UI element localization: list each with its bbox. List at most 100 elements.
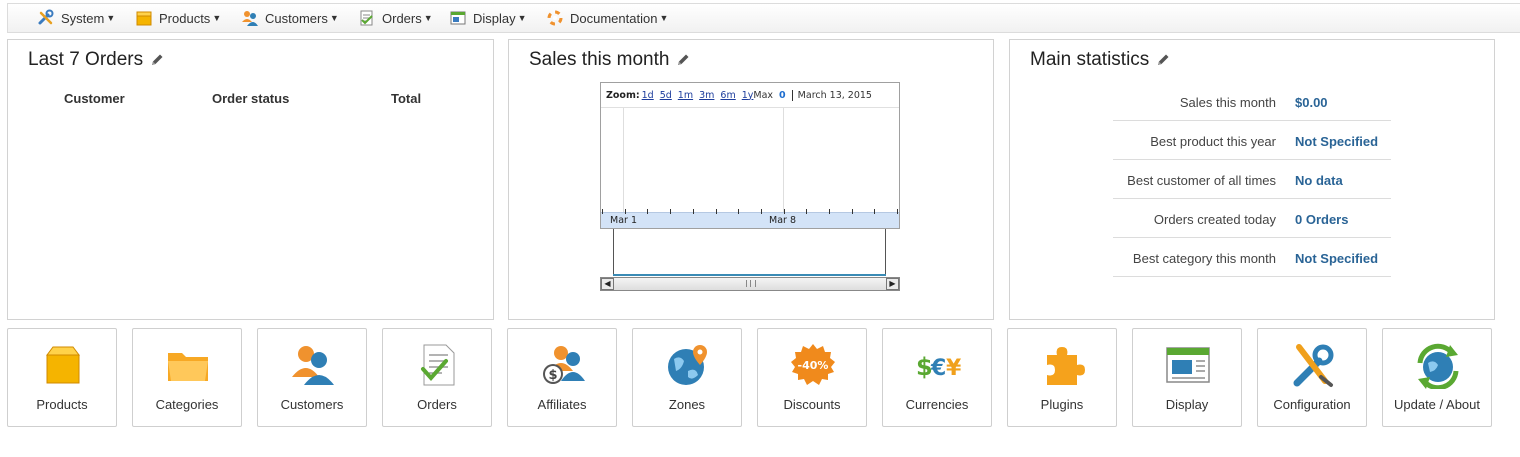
axis-tick — [851, 209, 853, 214]
stat-label: Best category this month — [1132, 251, 1276, 266]
tile-zones[interactable]: Zones — [632, 328, 742, 427]
stat-value: 0 Orders — [1295, 212, 1349, 227]
stat-label: Orders created today — [1153, 212, 1276, 227]
tile-display[interactable]: Display — [1132, 328, 1242, 427]
tile-currencies[interactable]: $ € ¥ Currencies — [882, 328, 992, 427]
stat-value: Not Specified — [1295, 251, 1379, 266]
tile-label: Discounts — [783, 397, 841, 412]
menu-orders[interactable]: Orders ▼ — [358, 4, 433, 32]
scroll-right-button[interactable]: ▶ — [886, 278, 899, 290]
axis-label-mar-1: Mar 1 — [610, 215, 637, 226]
chart-navigator[interactable] — [613, 229, 886, 276]
tile-plugins[interactable]: Plugins — [1007, 328, 1117, 427]
tile-label: Customers — [280, 397, 344, 412]
pencil-icon[interactable] — [150, 53, 164, 67]
tile-discounts[interactable]: -40% Discounts — [757, 328, 867, 427]
tile-affiliates[interactable]: $ Affiliates — [507, 328, 617, 427]
chart-date: March 13, 2015 — [791, 89, 872, 101]
zoom-6m-link[interactable]: 6m — [720, 90, 735, 101]
tile-label: Configuration — [1273, 397, 1351, 412]
box-icon — [136, 11, 152, 26]
menu-label: Orders — [382, 10, 422, 26]
zoom-1y-link[interactable]: 1y — [742, 90, 754, 101]
document-icon — [360, 10, 373, 26]
axis-tick — [624, 209, 626, 214]
lifebuoy-icon — [547, 10, 563, 26]
main-statistics-title: Main statistics — [1030, 49, 1150, 70]
stat-row-orders-today: Orders created today 0 Orders — [1113, 199, 1391, 238]
last-orders-panel: Last 7 Orders Customer Order status Tota… — [7, 39, 494, 320]
tile-categories[interactable]: Categories — [132, 328, 242, 427]
puzzle-icon — [1047, 347, 1085, 385]
scroll-left-button[interactable]: ◀ — [601, 278, 614, 290]
axis-tick — [738, 209, 740, 214]
column-header-total: Total — [391, 91, 422, 106]
tile-update-about[interactable]: Update / About — [1382, 328, 1492, 427]
menu-customers[interactable]: Customers ▼ — [241, 4, 339, 32]
box-icon — [46, 346, 80, 384]
pencil-icon[interactable] — [676, 53, 690, 67]
window-icon — [1166, 347, 1210, 383]
menu-products[interactable]: Products ▼ — [135, 4, 221, 32]
axis-tick — [897, 209, 899, 214]
folder-icon — [168, 353, 208, 381]
zoom-5d-link[interactable]: 5d — [660, 90, 672, 101]
wrench-screwdriver-icon — [38, 9, 54, 25]
chart-plot-area: Zoom: 1d 5d 1m 3m 6m 1y Max 0 March 13, … — [600, 82, 900, 229]
zoom-1d-link[interactable]: 1d — [642, 90, 654, 101]
column-header-customer: Customer — [64, 91, 125, 106]
tile-label: Update / About — [1393, 397, 1480, 412]
stat-row-sales-this-month: Sales this month $0.00 — [1113, 82, 1391, 121]
statistics-table: Sales this month $0.00 Best product this… — [1113, 82, 1391, 277]
pencil-icon[interactable] — [1156, 53, 1170, 67]
menu-label: Display — [473, 10, 516, 26]
tile-orders[interactable]: Orders — [382, 328, 492, 427]
panel-title: Main statistics — [1030, 49, 1170, 71]
gridline — [783, 108, 784, 214]
stat-value: No data — [1295, 173, 1343, 188]
users-icon — [242, 11, 258, 26]
menu-label: Products — [159, 10, 211, 26]
panel-title: Last 7 Orders — [28, 49, 164, 71]
zoom-label: Zoom: — [606, 89, 640, 101]
wrench-screwdriver-icon — [1293, 344, 1334, 387]
tile-label: Affiliates — [537, 397, 587, 412]
axis-tick — [829, 209, 830, 214]
users-icon — [292, 346, 334, 385]
tile-label: Plugins — [1040, 397, 1084, 412]
sales-title: Sales this month — [529, 49, 670, 70]
menu-documentation[interactable]: Documentation ▼ — [546, 4, 668, 32]
refresh-globe-icon — [1417, 343, 1459, 389]
menu-system[interactable]: System ▼ — [37, 4, 115, 32]
top-menu-bar: System ▼ Products ▼ Customers ▼ Orders ▼ Dis… — [7, 3, 1520, 33]
chart-scrollbar[interactable]: ◀ ▶ — [600, 277, 900, 291]
zoom-3m-link[interactable]: 3m — [699, 90, 714, 101]
navigator-series-line — [613, 274, 886, 276]
tile-products[interactable]: Products — [7, 328, 117, 427]
axis-tick — [874, 209, 876, 214]
stat-value: Not Specified — [1295, 134, 1379, 149]
tile-label: Products — [36, 397, 88, 412]
last-orders-title: Last 7 Orders — [28, 49, 144, 70]
axis-label-mar-8: Mar 8 — [769, 215, 796, 226]
scrollbar-grip[interactable] — [746, 280, 756, 287]
axis-tick — [760, 209, 762, 214]
zoom-1m-link[interactable]: 1m — [678, 90, 693, 101]
axis-tick — [670, 209, 672, 214]
x-axis-strip — [601, 212, 899, 228]
column-header-order-status: Order status — [212, 91, 290, 106]
tile-label: Currencies — [905, 397, 969, 412]
stat-label: Sales this month — [1179, 95, 1276, 110]
menu-display[interactable]: Display ▼ — [449, 4, 527, 32]
menu-label: Documentation — [570, 10, 658, 26]
sales-panel: Sales this month Zoom: 1d 5d 1m 3m 6m 1y… — [508, 39, 994, 320]
axis-tick — [783, 209, 785, 214]
discount-badge-icon: -40% — [791, 344, 835, 385]
gridline — [623, 108, 624, 214]
svg-text:-40%: -40% — [798, 359, 829, 372]
zoom-max-link[interactable]: Max — [753, 90, 773, 101]
globe-icon — [668, 345, 707, 385]
tile-customers[interactable]: Customers — [257, 328, 367, 427]
tile-label: Categories — [155, 397, 219, 412]
tile-configuration[interactable]: Configuration — [1257, 328, 1367, 427]
